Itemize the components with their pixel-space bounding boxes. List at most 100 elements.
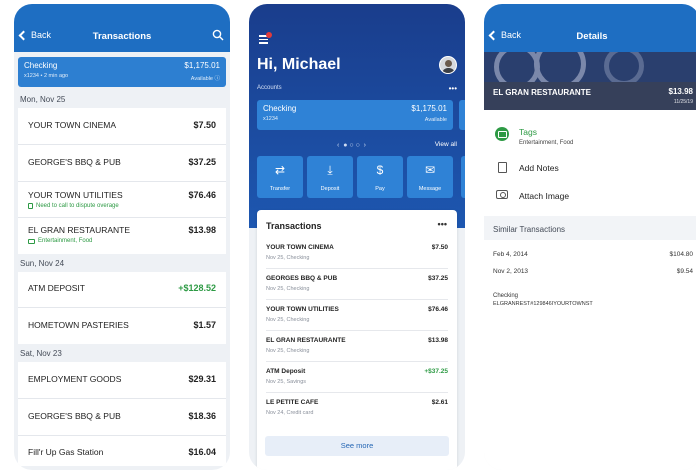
- list-item[interactable]: ATM Deposit Nov 25, Savings +$37.25: [266, 362, 448, 393]
- table-row[interactable]: Fill'r Up Gas Station $16.04: [18, 436, 226, 466]
- merchant: EL GRAN RESTAURANTE: [266, 337, 346, 344]
- list-item[interactable]: YOUR TOWN CINEMA Nov 25, Checking $7.50: [266, 238, 448, 269]
- list-item[interactable]: GEORGES BBQ & PUB Nov 25, Checking $37.2…: [266, 269, 448, 300]
- message-button[interactable]: ✉ Message: [407, 156, 453, 198]
- merchant: YOUR TOWN CINEMA: [28, 120, 116, 130]
- merchant: GEORGE'S BBQ & PUB: [28, 411, 121, 421]
- next-action-button[interactable]: [461, 156, 465, 198]
- nav-bar: Back Transactions: [14, 4, 230, 52]
- transaction-date: 11/25/19: [673, 99, 693, 105]
- action-label: Message: [418, 186, 442, 192]
- tags-label[interactable]: Tags: [519, 127, 537, 137]
- amount: $76.46: [428, 306, 448, 313]
- accounts-label: Accounts: [257, 85, 282, 91]
- merchant: YOUR TOWN CINEMA: [266, 244, 334, 251]
- tags-value: Entertainment, Food: [519, 140, 574, 146]
- accounts-more-button[interactable]: •••: [449, 84, 457, 93]
- table-row[interactable]: EMPLOYMENT GOODS $29.31: [18, 362, 226, 399]
- transaction-tags: Entertainment, Food: [28, 238, 92, 244]
- similar-date: Nov 2, 2013: [493, 268, 529, 275]
- search-icon[interactable]: [212, 29, 224, 41]
- transaction-group: ATM DEPOSIT +$128.52 HOMETOWN PASTERIES …: [18, 272, 226, 344]
- quick-actions: ⇄ Transfer ⤓ Deposit $ Pay ✉ Message: [257, 156, 453, 198]
- deposit-icon: ⤓: [327, 163, 333, 177]
- avatar[interactable]: [439, 56, 457, 74]
- merchant: ATM DEPOSIT: [28, 283, 85, 293]
- transaction-detail: Nov 25, Checking: [266, 348, 310, 354]
- transaction-detail: Nov 25, Checking: [266, 286, 310, 292]
- list-item[interactable]: Nov 2, 2013 $9.54: [493, 268, 693, 275]
- amount: $13.98: [188, 225, 216, 235]
- merchant: LE PETITE CAFE: [266, 399, 319, 406]
- transaction-note: Need to call to dispute overage: [28, 203, 119, 209]
- amount: $7.50: [431, 244, 448, 251]
- see-more-button[interactable]: See more: [265, 436, 449, 456]
- merchant: EMPLOYMENT GOODS: [28, 374, 122, 384]
- list-item[interactable]: YOUR TOWN UTILITIES Nov 25, Checking $76…: [266, 300, 448, 331]
- amount: +$37.25: [424, 368, 448, 375]
- view-all-link[interactable]: View all: [435, 141, 457, 148]
- note-icon: [498, 162, 507, 173]
- amount: $1.57: [193, 320, 216, 330]
- attach-image-button[interactable]: Attach Image: [519, 191, 569, 201]
- transfer-icon: ⇄: [274, 163, 286, 177]
- add-notes-button[interactable]: Add Notes: [519, 163, 559, 173]
- greeting: Hi, Michael: [257, 56, 341, 73]
- transaction-detail: Nov 25, Savings: [266, 379, 307, 385]
- coin-icon: [534, 52, 586, 82]
- amount: $76.46: [188, 190, 216, 200]
- transfer-button[interactable]: ⇄ Transfer: [257, 156, 303, 198]
- table-row[interactable]: ATM DEPOSIT +$128.52: [18, 272, 226, 308]
- account-balance: $1,175.01: [411, 104, 447, 113]
- list-item[interactable]: EL GRAN RESTAURANTE Nov 25, Checking $13…: [266, 331, 448, 362]
- category-banner: [484, 52, 696, 82]
- transaction-detail: Nov 24, Credit card: [266, 410, 314, 416]
- deposit-button[interactable]: ⤓ Deposit: [307, 156, 353, 198]
- similar-amount: $104.80: [669, 251, 694, 258]
- camera-icon: [496, 190, 508, 199]
- pay-icon: $: [376, 163, 384, 177]
- transactions-more-button[interactable]: •••: [438, 219, 447, 229]
- carousel-pager[interactable]: ‹ ● ○ ○ ›: [337, 142, 366, 149]
- transactions-card: Transactions ••• YOUR TOWN CINEMA Nov 25…: [257, 210, 457, 470]
- table-row[interactable]: YOUR TOWN UTILITIES $76.46 Need to call …: [18, 182, 226, 218]
- transactions-screen: Back Transactions Checking x1234 • 2 min…: [14, 4, 230, 470]
- transaction-group: EMPLOYMENT GOODS $29.31 GEORGE'S BBQ & P…: [18, 362, 226, 466]
- message-icon: ✉: [424, 163, 436, 177]
- pay-button[interactable]: $ Pay: [357, 156, 403, 198]
- note-text: Need to call to dispute overage: [36, 203, 119, 209]
- tag-icon: [495, 127, 509, 141]
- transactions-title: Transactions: [266, 221, 322, 231]
- account-balance: $1,175.01: [184, 61, 220, 70]
- amount: $18.36: [188, 411, 216, 421]
- table-row[interactable]: GEORGE'S BBQ & PUB $37.25: [18, 145, 226, 182]
- table-row[interactable]: EL GRAN RESTAURANTE $13.98 Entertainment…: [18, 218, 226, 254]
- action-label: Pay: [375, 186, 385, 192]
- tag-icon: [28, 238, 35, 244]
- note-icon: [28, 203, 33, 209]
- dashboard-screen: Hi, Michael Accounts ••• Checking x1234 …: [249, 4, 465, 470]
- table-row[interactable]: YOUR TOWN CINEMA $7.50: [18, 108, 226, 145]
- list-item[interactable]: LE PETITE CAFE Nov 24, Credit card $2.61: [266, 393, 448, 424]
- merchant: YOUR TOWN UTILITIES: [266, 306, 339, 313]
- account-card[interactable]: Checking x1234 $1,175.01 Available: [257, 100, 453, 130]
- similar-amount: $9.54: [676, 268, 693, 275]
- raw-description: ELGRANREST#129846IYOURTOWNST: [493, 301, 593, 307]
- coin-icon: [494, 52, 540, 82]
- amount: $13.98: [668, 87, 693, 96]
- transaction-group: YOUR TOWN CINEMA $7.50 GEORGE'S BBQ & PU…: [18, 108, 226, 254]
- coin-icon: [604, 52, 644, 82]
- list-item[interactable]: Feb 4, 2014 $104.80: [493, 251, 693, 258]
- account-available: Available: [424, 117, 447, 123]
- table-row[interactable]: HOMETOWN PASTERIES $1.57: [18, 308, 226, 344]
- table-row[interactable]: GEORGE'S BBQ & PUB $18.36: [18, 399, 226, 436]
- amount: $2.61: [431, 399, 448, 406]
- merchant: EL GRAN RESTAURANTE: [28, 225, 131, 235]
- account-summary[interactable]: Checking x1234 • 2 min ago $1,175.01 Ava…: [18, 57, 226, 87]
- transaction-detail: Nov 25, Checking: [266, 317, 310, 323]
- amount: $16.04: [188, 447, 216, 457]
- next-account-card[interactable]: [459, 100, 465, 130]
- hero-header: Hi, Michael Accounts ••• Checking x1234 …: [249, 4, 465, 228]
- date-header: Sat, Nov 23: [14, 344, 230, 362]
- date-header: Sun, Nov 24: [14, 254, 230, 272]
